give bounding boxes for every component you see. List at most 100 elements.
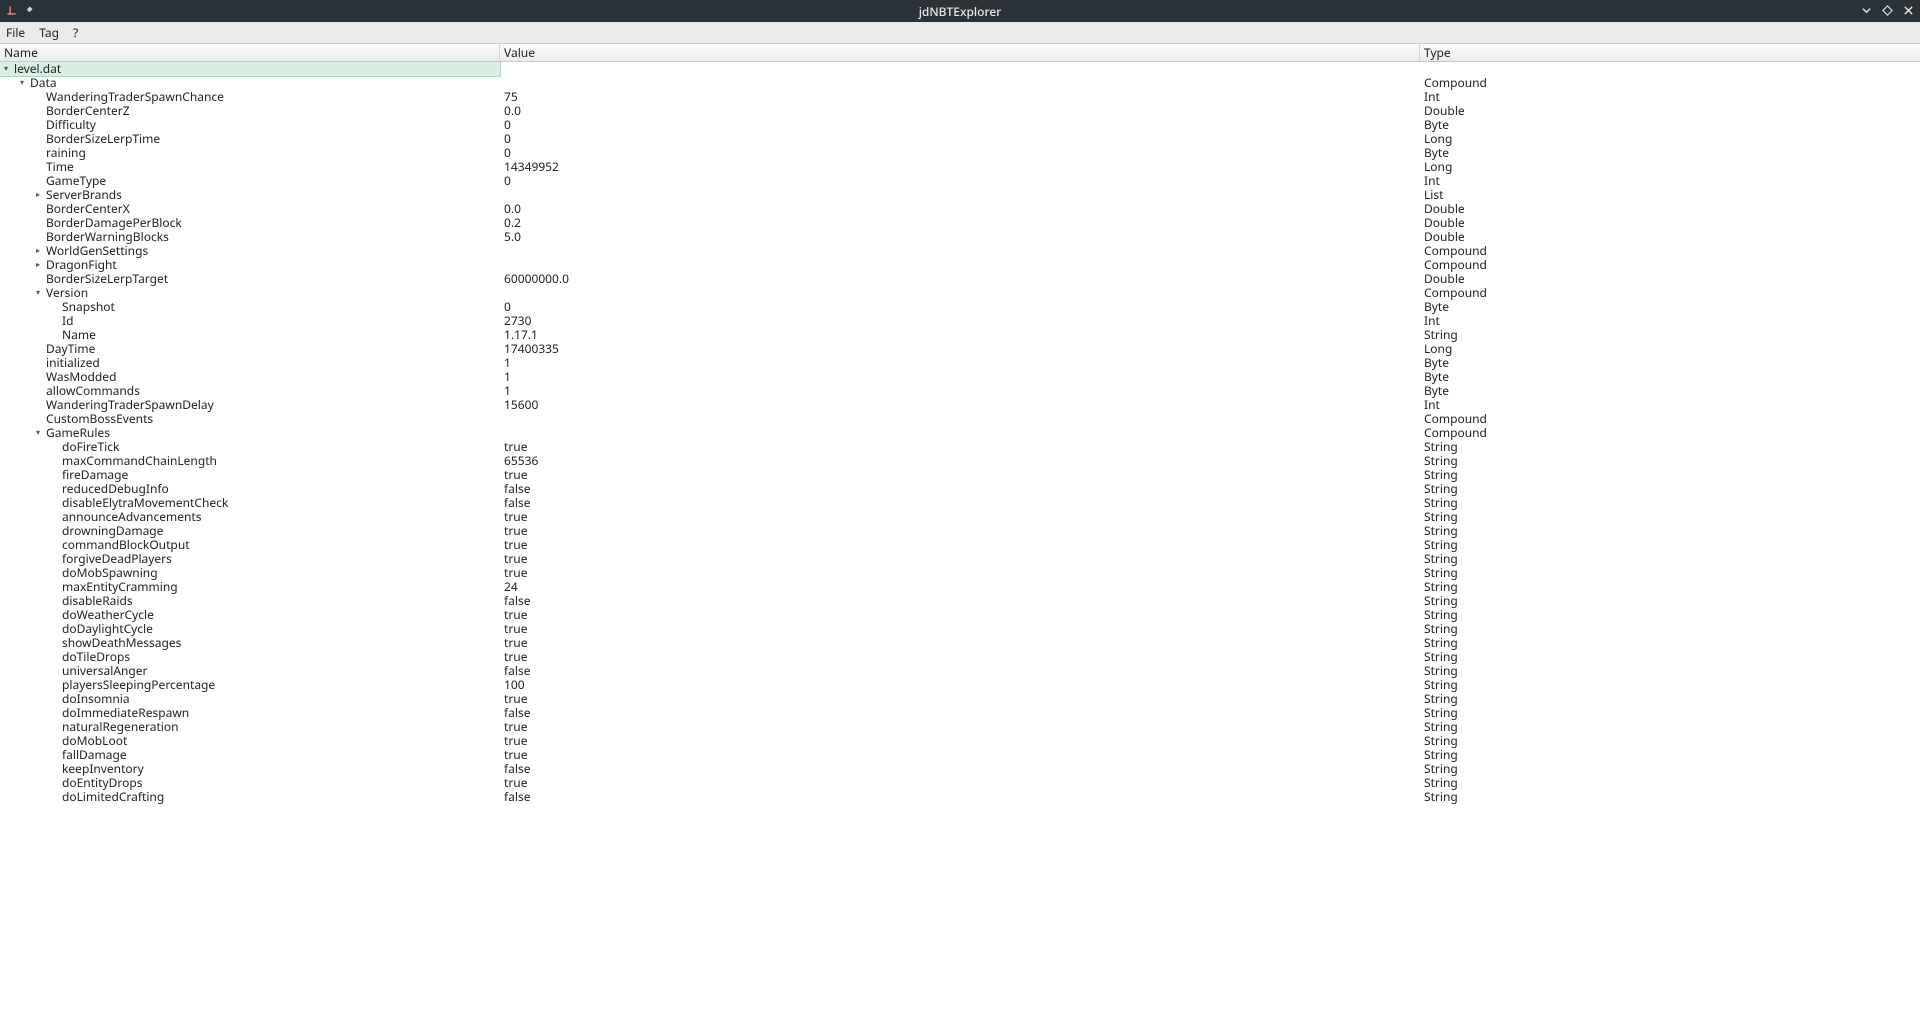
name-cell[interactable]: Id [0, 314, 500, 328]
name-cell[interactable]: keepInventory [0, 762, 500, 776]
name-cell[interactable]: Difficulty [0, 118, 500, 132]
name-cell[interactable]: DayTime [0, 342, 500, 356]
tree-row[interactable]: maxCommandChainLength65536String [0, 454, 1920, 468]
tree-row[interactable]: BorderDamagePerBlock0.2Double [0, 216, 1920, 230]
name-cell[interactable]: WasModded [0, 370, 500, 384]
name-cell[interactable]: commandBlockOutput [0, 538, 500, 552]
tree-row[interactable]: Name1.17.1String [0, 328, 1920, 342]
tree-row[interactable]: BorderSizeLerpTime0Long [0, 132, 1920, 146]
tree-row[interactable]: reducedDebugInfofalseString [0, 482, 1920, 496]
close-button[interactable] [1903, 3, 1914, 20]
tree-row[interactable]: BorderCenterZ0.0Double [0, 104, 1920, 118]
name-cell[interactable]: ▾Version [0, 286, 500, 300]
name-cell[interactable]: naturalRegeneration [0, 720, 500, 734]
name-cell[interactable]: doImmediateRespawn [0, 706, 500, 720]
name-cell[interactable]: allowCommands [0, 384, 500, 398]
tree-row[interactable]: naturalRegenerationtrueString [0, 720, 1920, 734]
tree-row[interactable]: ▸DragonFightCompound [0, 258, 1920, 272]
name-cell[interactable]: doMobLoot [0, 734, 500, 748]
tree-row[interactable]: ▾VersionCompound [0, 286, 1920, 300]
tree-row[interactable]: disableRaidsfalseString [0, 594, 1920, 608]
menu-help[interactable]: ? [73, 24, 78, 41]
window-titlebar[interactable]: jdNBTExplorer [0, 0, 1920, 22]
tree-row[interactable]: ▾level.dat [0, 62, 1920, 76]
tree-row[interactable]: WasModded1Byte [0, 370, 1920, 384]
name-cell[interactable]: disableRaids [0, 594, 500, 608]
tree-row[interactable]: ▾DataCompound [0, 76, 1920, 90]
tree-row[interactable]: allowCommands1Byte [0, 384, 1920, 398]
menu-file[interactable]: File [6, 24, 25, 41]
name-cell[interactable]: WanderingTraderSpawnDelay [0, 398, 500, 412]
tree-row[interactable]: keepInventoryfalseString [0, 762, 1920, 776]
tree-row[interactable]: doInsomniatrueString [0, 692, 1920, 706]
name-cell[interactable]: forgiveDeadPlayers [0, 552, 500, 566]
name-cell[interactable]: maxEntityCramming [0, 580, 500, 594]
name-cell[interactable]: doInsomnia [0, 692, 500, 706]
tree-row[interactable]: commandBlockOutputtrueString [0, 538, 1920, 552]
chevron-right-icon[interactable]: ▸ [32, 189, 44, 201]
tree-row[interactable]: Id2730Int [0, 314, 1920, 328]
name-cell[interactable]: GameType [0, 174, 500, 188]
tree-row[interactable]: ▸WorldGenSettingsCompound [0, 244, 1920, 258]
name-cell[interactable]: ▾GameRules [0, 426, 500, 440]
tree-row[interactable]: BorderSizeLerpTarget60000000.0Double [0, 272, 1920, 286]
tree-row[interactable]: BorderCenterX0.0Double [0, 202, 1920, 216]
name-cell[interactable]: ▸WorldGenSettings [0, 244, 500, 258]
name-cell[interactable]: doEntityDrops [0, 776, 500, 790]
tree-row[interactable]: BorderWarningBlocks5.0Double [0, 230, 1920, 244]
tree-row[interactable]: showDeathMessagestrueString [0, 636, 1920, 650]
name-cell[interactable]: Name [0, 328, 500, 342]
name-cell[interactable]: Time [0, 160, 500, 174]
name-cell[interactable]: doWeatherCycle [0, 608, 500, 622]
tree-row[interactable]: doWeatherCycletrueString [0, 608, 1920, 622]
column-header-type[interactable]: Type [1420, 44, 1920, 61]
name-cell[interactable]: announceAdvancements [0, 510, 500, 524]
name-cell[interactable]: fireDamage [0, 468, 500, 482]
menu-tag[interactable]: Tag [39, 24, 59, 41]
name-cell[interactable]: drowningDamage [0, 524, 500, 538]
name-cell[interactable]: fallDamage [0, 748, 500, 762]
tree-row[interactable]: initialized1Byte [0, 356, 1920, 370]
name-cell[interactable]: CustomBossEvents [0, 412, 500, 426]
tree-row[interactable]: fallDamagetrueString [0, 748, 1920, 762]
name-cell[interactable]: BorderCenterZ [0, 104, 500, 118]
name-cell[interactable]: showDeathMessages [0, 636, 500, 650]
tree-row[interactable]: doMobSpawningtrueString [0, 566, 1920, 580]
name-cell[interactable]: ▾level.dat [0, 62, 500, 76]
tree-row[interactable]: playersSleepingPercentage100String [0, 678, 1920, 692]
tree-row[interactable]: GameType0Int [0, 174, 1920, 188]
name-cell[interactable]: disableElytraMovementCheck [0, 496, 500, 510]
tree-row[interactable]: doImmediateRespawnfalseString [0, 706, 1920, 720]
name-cell[interactable]: ▾Data [0, 76, 500, 90]
name-cell[interactable]: initialized [0, 356, 500, 370]
name-cell[interactable]: BorderSizeLerpTime [0, 132, 500, 146]
name-cell[interactable]: universalAnger [0, 664, 500, 678]
tree-row[interactable]: doMobLoottrueString [0, 734, 1920, 748]
tree-row[interactable]: WanderingTraderSpawnChance75Int [0, 90, 1920, 104]
column-header-value[interactable]: Value [500, 44, 1420, 61]
name-cell[interactable]: ▸DragonFight [0, 258, 500, 272]
name-cell[interactable]: doTileDrops [0, 650, 500, 664]
name-cell[interactable]: doLimitedCrafting [0, 790, 500, 804]
tree-row[interactable]: Difficulty0Byte [0, 118, 1920, 132]
chevron-down-icon[interactable]: ▾ [16, 77, 28, 89]
maximize-button[interactable] [1882, 3, 1893, 20]
name-cell[interactable]: BorderCenterX [0, 202, 500, 216]
chevron-right-icon[interactable]: ▸ [32, 245, 44, 257]
name-cell[interactable]: Snapshot [0, 300, 500, 314]
tree-row[interactable]: universalAngerfalseString [0, 664, 1920, 678]
name-cell[interactable]: WanderingTraderSpawnChance [0, 90, 500, 104]
name-cell[interactable]: BorderDamagePerBlock [0, 216, 500, 230]
tree-row[interactable]: Snapshot0Byte [0, 300, 1920, 314]
chevron-down-icon[interactable]: ▾ [32, 427, 44, 439]
tree-row[interactable]: doTileDropstrueString [0, 650, 1920, 664]
tree-row[interactable]: fireDamagetrueString [0, 468, 1920, 482]
tree-row[interactable]: maxEntityCramming24String [0, 580, 1920, 594]
chevron-down-icon[interactable]: ▾ [32, 287, 44, 299]
tree-row[interactable]: forgiveDeadPlayerstrueString [0, 552, 1920, 566]
tree-row[interactable]: ▸ServerBrandsList [0, 188, 1920, 202]
tree-row[interactable]: disableElytraMovementCheckfalseString [0, 496, 1920, 510]
pin-icon[interactable] [23, 3, 34, 20]
name-cell[interactable]: playersSleepingPercentage [0, 678, 500, 692]
tree-row[interactable]: doDaylightCycletrueString [0, 622, 1920, 636]
